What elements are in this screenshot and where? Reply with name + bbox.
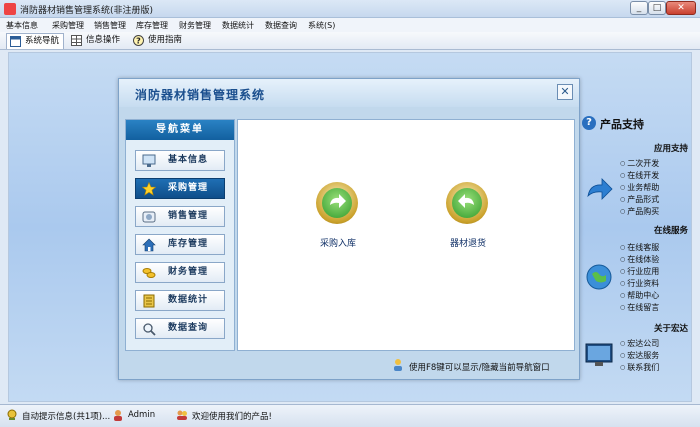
link-secondary-dev[interactable]: 二次开发 xyxy=(620,158,659,169)
nav-item-finance[interactable]: 财务管理 xyxy=(135,262,225,283)
link-company[interactable]: 宏达公司 xyxy=(620,338,659,349)
info-person-icon xyxy=(394,359,402,371)
menu-query[interactable]: 数据查询 xyxy=(265,20,297,31)
maximize-button[interactable]: □ xyxy=(648,1,666,15)
status-user: Admin xyxy=(128,410,156,420)
navigation-dialog: 消防器材销售管理系统 ✕ 导航菜单 基本信息 采购管理 销售管理 库存管理 财务… xyxy=(118,78,580,380)
action-badge xyxy=(316,182,358,224)
nav-item-label: 财务管理 xyxy=(168,267,209,277)
link-product-form[interactable]: 产品形式 xyxy=(620,194,659,205)
help-circle-icon: ? xyxy=(582,116,596,130)
status-welcome: 欢迎使用我们的产品! xyxy=(192,412,272,422)
link-online-support[interactable]: 在线客服 xyxy=(620,242,659,253)
tab-info-operations[interactable]: 信息操作 xyxy=(68,33,124,49)
nav-item-label: 数据查询 xyxy=(168,323,209,333)
dialog-title: 消防器材销售管理系统 xyxy=(135,88,266,102)
nav-item-label: 销售管理 xyxy=(168,211,209,221)
menu-basic-info[interactable]: 基本信息 xyxy=(6,20,38,31)
link-contact-us[interactable]: 联系我们 xyxy=(620,362,659,373)
link-services[interactable]: 宏达服务 xyxy=(620,350,659,361)
nav-item-label: 采购管理 xyxy=(168,183,209,193)
menu-system[interactable]: 系统(S) xyxy=(308,20,335,31)
action-label: 器材退货 xyxy=(449,239,486,249)
menu-bar: 基本信息 采购管理 销售管理 库存管理 财务管理 数据统计 数据查询 系统(S) xyxy=(0,18,700,32)
menu-inventory[interactable]: 库存管理 xyxy=(136,20,168,31)
section-online-service: 在线服务 xyxy=(653,226,688,236)
user-icon xyxy=(114,410,122,421)
status-bar: 自动提示信息(共1项)... Admin 欢迎使用我们的产品! xyxy=(0,404,700,427)
close-window-button[interactable]: ✕ xyxy=(666,1,696,15)
help-icon: ? xyxy=(133,35,144,46)
arrow-left-icon xyxy=(452,188,482,218)
nav-item-sales[interactable]: 销售管理 xyxy=(135,206,225,227)
grid-icon xyxy=(71,35,82,46)
menu-purchase[interactable]: 采购管理 xyxy=(52,20,84,31)
svg-text:?: ? xyxy=(136,37,141,46)
link-help-center[interactable]: 帮助中心 xyxy=(620,290,659,301)
action-label: 采购入库 xyxy=(319,239,356,249)
menu-sales[interactable]: 销售管理 xyxy=(94,20,126,31)
window-icon xyxy=(10,36,21,47)
nav-item-statistics[interactable]: 数据统计 xyxy=(135,290,225,311)
users-group-icon xyxy=(177,410,187,420)
tab-label: 系统导航 xyxy=(25,36,60,46)
action-badge xyxy=(446,182,488,224)
footer-hint-text: 使用F8键可以显示/隐藏当前导航窗口 xyxy=(409,363,550,373)
toolbar: 系统导航 信息操作 ? 使用指南 xyxy=(0,32,700,50)
nav-item-purchase[interactable]: 采购管理 xyxy=(135,178,225,199)
tab-label: 信息操作 xyxy=(86,35,121,45)
nav-item-query[interactable]: 数据查询 xyxy=(135,318,225,339)
blue-arrow-icon xyxy=(587,178,613,200)
house-icon xyxy=(142,238,156,252)
globe-icon xyxy=(586,264,612,290)
app-icon xyxy=(4,3,16,15)
ledger-icon xyxy=(143,294,155,308)
link-industry-materials[interactable]: 行业资料 xyxy=(620,278,659,289)
monitor-icon xyxy=(142,154,156,167)
cart-icon xyxy=(142,211,156,223)
nav-item-label: 库存管理 xyxy=(168,239,209,249)
menu-finance[interactable]: 财务管理 xyxy=(179,20,211,31)
window-title: 消防器材销售管理系统(非注册版) xyxy=(20,6,154,16)
nav-item-label: 基本信息 xyxy=(168,155,209,165)
coins-icon xyxy=(142,268,156,278)
link-business-help[interactable]: 业务帮助 xyxy=(620,182,659,193)
nav-item-basic-info[interactable]: 基本信息 xyxy=(135,150,225,171)
link-online-trial[interactable]: 在线体验 xyxy=(620,254,659,265)
equipment-return-action[interactable]: 器材退货 xyxy=(428,160,508,249)
product-support-panel: ? 产品支持 应用支持 二次开发 在线开发 业务帮助 产品形式 产品购买 在线服… xyxy=(580,112,692,392)
arrow-right-icon xyxy=(322,188,352,218)
tab-label: 使用指南 xyxy=(148,35,183,45)
section-app-support: 应用支持 xyxy=(653,144,688,154)
nav-item-label: 数据统计 xyxy=(168,295,209,305)
purchase-inbound-action[interactable]: 采购入库 xyxy=(298,160,378,249)
tab-user-guide[interactable]: ? 使用指南 xyxy=(130,33,186,49)
content-panel: 采购入库 器材退货 xyxy=(237,119,575,351)
support-title: 产品支持 xyxy=(600,118,644,131)
nav-item-inventory[interactable]: 库存管理 xyxy=(135,234,225,255)
link-product-purchase[interactable]: 产品购买 xyxy=(620,206,659,217)
title-bar: 消防器材销售管理系统(非注册版) _ □ ✕ xyxy=(0,0,700,18)
link-online-message[interactable]: 在线留言 xyxy=(620,302,659,313)
tab-system-navigation[interactable]: 系统导航 xyxy=(6,33,65,49)
magnifier-icon xyxy=(143,323,156,336)
monitor-display-icon xyxy=(585,343,613,366)
minimize-button[interactable]: _ xyxy=(630,1,648,15)
menu-statistics[interactable]: 数据统计 xyxy=(222,20,254,31)
navigation-menu: 导航菜单 基本信息 采购管理 销售管理 库存管理 财务管理 数据统计 数据查询 xyxy=(125,119,235,351)
dialog-footer-hint: 使用F8键可以显示/隐藏当前导航窗口 xyxy=(394,359,550,373)
dialog-close-button[interactable]: ✕ xyxy=(557,84,573,100)
nav-header: 导航菜单 xyxy=(126,120,234,140)
link-online-dev[interactable]: 在线开发 xyxy=(620,170,659,181)
status-notice[interactable]: 自动提示信息(共1项)... xyxy=(22,410,110,422)
star-icon xyxy=(142,182,156,196)
notification-icon xyxy=(7,409,17,420)
link-industry-app[interactable]: 行业应用 xyxy=(620,266,659,277)
section-about: 关于宏达 xyxy=(653,324,688,334)
dialog-header: 消防器材销售管理系统 ✕ xyxy=(119,79,579,107)
